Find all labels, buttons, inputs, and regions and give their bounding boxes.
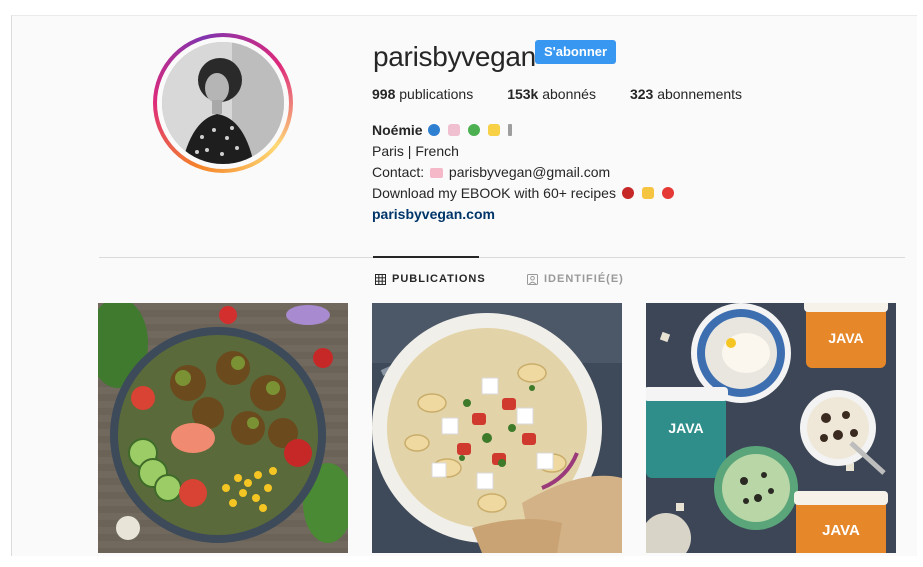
tagged-icon [527, 273, 538, 285]
fork-knife-emoji-icon [508, 124, 513, 136]
posts-label: publications [399, 86, 474, 102]
ebook-text: Download my EBOOK with 60+ recipes [372, 185, 616, 201]
tabs-divider [99, 257, 905, 258]
username: parisbyvegan [373, 41, 536, 72]
tab-publications[interactable]: PUBLICATIONS [375, 273, 486, 285]
active-tab-indicator [373, 256, 479, 258]
falafel-bowl-photo [98, 303, 348, 553]
following-stat[interactable]: 323 abonnements [630, 86, 742, 102]
java-label-top: JAVA [828, 330, 863, 346]
posts-count: 998 [372, 86, 396, 102]
post-thumbnail-3[interactable]: JAVA JAVA JAVA [646, 303, 896, 553]
point-down-emoji-icon [641, 187, 654, 199]
devil-emoji-icon [621, 187, 634, 199]
java-icecream-photo: JAVA JAVA JAVA [646, 303, 896, 553]
avatar[interactable] [162, 42, 284, 164]
bio: Noémie Paris | French Contact: parisbyve… [372, 120, 676, 225]
follow-button[interactable]: S'abonner [535, 40, 617, 64]
story-ring[interactable] [153, 33, 293, 173]
herb-emoji-icon [468, 124, 481, 136]
java-label-bottom: JAVA [822, 522, 860, 539]
profile-page: parisbyvegan S'abonner 998 publications … [11, 15, 917, 556]
bio-contact: Contact: parisbyvegan@gmail.com [372, 162, 676, 183]
globe-emoji-icon [428, 124, 441, 136]
java-label-teal: JAVA [668, 420, 703, 436]
tab-publications-label: PUBLICATIONS [392, 273, 486, 285]
profile-stats: 998 publications 153k abonnés 323 abonne… [372, 86, 776, 102]
bio-name-line: Noémie [372, 120, 676, 141]
pasta-salad-photo [372, 303, 622, 553]
following-count: 323 [629, 86, 654, 102]
bio-location: Paris | French [372, 143, 459, 159]
tab-tagged[interactable]: IDENTIFIÉ(E) [527, 273, 624, 285]
website-link[interactable]: parisbyvegan.com [372, 204, 676, 225]
bio-ebook: Download my EBOOK with 60+ recipes [372, 183, 676, 204]
avatar-photo [162, 42, 284, 164]
post-thumbnail-1[interactable] [98, 303, 348, 553]
followers-stat[interactable]: 153k abonnés [507, 86, 596, 102]
bunny-emoji-icon [448, 124, 461, 136]
followers-label: abonnés [542, 86, 596, 102]
grid-icon [375, 273, 386, 285]
full-name: Noémie [372, 122, 423, 138]
contact-prefix: Contact: [372, 164, 425, 180]
love-letter-emoji-icon [430, 168, 444, 178]
heart-emoji-icon [661, 187, 674, 199]
followers-count: 153k [507, 86, 539, 102]
post-thumbnail-2[interactable] [372, 303, 622, 553]
following-label: abonnements [657, 86, 743, 102]
contact-email: parisbyvegan@gmail.com [448, 164, 611, 180]
banana-emoji-icon [488, 124, 501, 136]
tab-tagged-label: IDENTIFIÉ(E) [544, 273, 624, 285]
posts-stat: 998 publications [372, 86, 473, 102]
